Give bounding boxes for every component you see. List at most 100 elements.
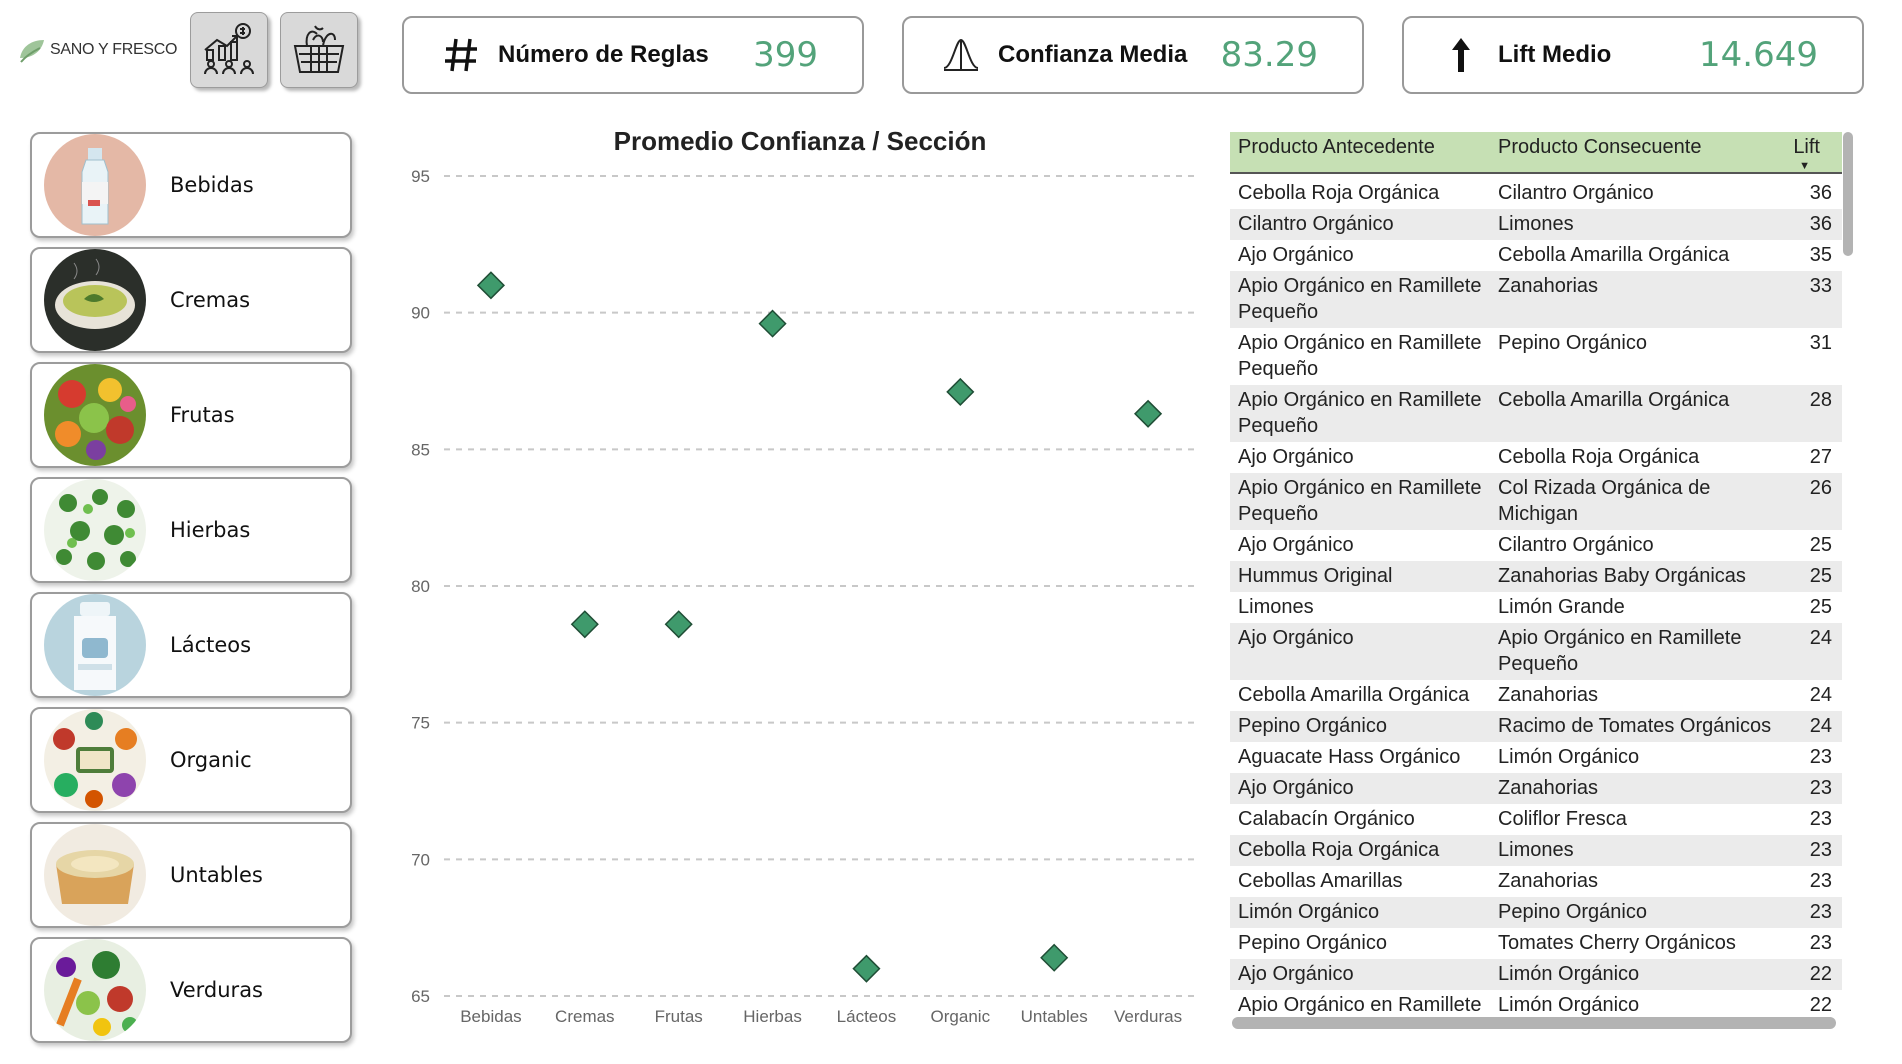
cell-antecedente: Ajo Orgánico [1238,627,1354,649]
cell-antecedente: Cebollas Amarillas [1238,870,1403,892]
data-point-bebidas [476,271,505,300]
cell-lift: 23 [1809,932,1832,954]
cell-antecedente: Apio Orgánico en Ramillete Pequeño [1238,275,1482,323]
sidebar-item-label: Hierbas [170,518,251,542]
basket-nav-button[interactable] [280,12,358,88]
sidebar-item-label: Cremas [170,288,251,312]
sidebar-item-label: Bebidas [170,173,254,197]
y-tick-label: 70 [411,850,430,869]
cell-lift: 23 [1809,870,1832,892]
cell-antecedente: Cebolla Amarilla Orgánica [1238,684,1470,706]
sidebar-item-organic[interactable]: Organic [30,707,352,813]
table-row[interactable]: Aguacate Hass Orgánico Limón Orgánico 23 [1230,742,1842,773]
analytics-nav-button[interactable] [190,12,268,88]
y-tick-label: 65 [411,987,430,1006]
table-row[interactable]: Calabacín Orgánico Coliflor Fresca 23 [1230,804,1842,835]
sidebar-item-label: Lácteos [170,633,252,657]
table-row[interactable]: Apio Orgánico en Ramillete Limón Orgánico… [1230,990,1842,1018]
table-row[interactable]: Limón Orgánico Pepino Orgánico 23 [1230,897,1842,928]
kpi-value: 83.29 [1220,35,1318,75]
table-body: Cebolla Roja Orgánica Cilantro Orgánico 36… [1230,178,1842,1018]
data-point-hierbas [758,309,787,338]
table-horizontal-scrollbar[interactable] [1232,1017,1836,1029]
cell-antecedente: Ajo Orgánico [1238,534,1354,556]
cell-antecedente: Ajo Orgánico [1238,244,1354,266]
cell-consecuente: Cilantro Orgánico [1498,534,1654,556]
sidebar-item-verduras[interactable]: Verduras [30,937,352,1043]
table-row[interactable]: Cebollas Amarillas Zanahorias 23 [1230,866,1842,897]
bottle-icon [44,134,146,236]
table-row[interactable]: Ajo Orgánico Apio Orgánico en Ramillete P… [1230,623,1842,680]
cell-antecedente: Pepino Orgánico [1238,715,1387,737]
y-tick-label: 90 [411,304,430,323]
cell-consecuente: Cebolla Amarilla Orgánica [1498,244,1730,266]
table-vertical-scrollbar[interactable] [1843,132,1853,256]
cell-lift: 25 [1809,534,1832,556]
sidebar-item-untables[interactable]: Untables [30,822,352,928]
sidebar-item-frutas[interactable]: Frutas [30,362,352,468]
cell-antecedente: Apio Orgánico en Ramillete Pequeño [1238,332,1482,380]
table-row[interactable]: Hummus Original Zanahorias Baby Orgánicas… [1230,561,1842,592]
cell-consecuente: Zanahorias [1498,275,1599,297]
cell-lift: 23 [1809,777,1832,799]
table-row[interactable]: Apio Orgánico en Ramillete Pequeño Col Ri… [1230,473,1842,530]
cell-antecedente: Cilantro Orgánico [1238,213,1394,235]
sidebar-item-hierbas[interactable]: Hierbas [30,477,352,583]
cell-lift: 23 [1809,839,1832,861]
cell-lift: 28 [1809,389,1832,411]
table-row[interactable]: Cebolla Roja Orgánica Cilantro Orgánico 36 [1230,178,1842,209]
sidebar-item-bebidas[interactable]: Bebidas [30,132,352,238]
cell-consecuente: Zanahorias [1498,870,1599,892]
cell-consecuente: Limón Grande [1498,596,1625,618]
sort-desc-icon[interactable]: ▼ [1799,160,1810,172]
sidebar-item-label: Untables [170,863,263,887]
cell-consecuente: Coliflor Fresca [1498,808,1627,830]
table-row[interactable]: Pepino Orgánico Tomates Cherry Orgánicos 2… [1230,928,1842,959]
brand-logo: SANO Y FRESCO [18,30,178,70]
leaf-icon [20,40,44,63]
table-row[interactable]: Cilantro Orgánico Limones 36 [1230,209,1842,240]
cell-lift: 31 [1809,332,1832,354]
table-row[interactable]: Ajo Orgánico Cebolla Amarilla Orgánica 35 [1230,240,1842,271]
cell-consecuente: Limón Orgánico [1498,994,1640,1016]
column-header-lift[interactable]: Lift [1793,136,1820,159]
data-point-cremas [570,610,599,639]
hash-icon [440,34,482,76]
cell-antecedente: Limón Orgánico [1238,901,1380,923]
table-row[interactable]: Apio Orgánico en Ramillete Pequeño Ceboll… [1230,385,1842,442]
cell-consecuente: Limón Orgánico [1498,746,1640,768]
confidence-scatter-chart: 95 90 85 80 75 70 65 Bebidas Cremas Frutas Hierbas… [400,118,1200,1028]
kpi-value: 14.649 [1699,35,1818,75]
herbs-icon [44,479,146,581]
table-row[interactable]: Apio Orgánico en Ramillete Pequeño Zanaho… [1230,271,1842,328]
table-header: Producto Antecedente Producto Consecuent… [1230,132,1842,174]
column-header-antecedente[interactable]: Producto Antecedente [1238,136,1435,159]
column-header-consecuente[interactable]: Producto Consecuente [1498,136,1701,159]
fruits-icon [44,364,146,466]
table-row[interactable]: Ajo Orgánico Limón Orgánico 22 [1230,959,1842,990]
table-row[interactable]: Ajo Orgánico Cebolla Roja Orgánica 27 [1230,442,1842,473]
sidebar-item-cremas[interactable]: Cremas [30,247,352,353]
soup-bowl-icon [44,249,146,351]
cell-antecedente: Cebolla Roja Orgánica [1238,839,1440,861]
y-tick-label: 80 [411,577,430,596]
table-row[interactable]: Pepino Orgánico Racimo de Tomates Orgánic… [1230,711,1842,742]
brand-name: SANO Y FRESCO [50,41,178,58]
vegetables-icon [44,939,146,1041]
y-tick-label: 85 [411,440,430,459]
cell-lift: 26 [1809,477,1832,499]
cell-lift: 24 [1809,715,1832,737]
table-row[interactable]: Limones Limón Grande 25 [1230,592,1842,623]
x-tick-label: Untables [1021,1007,1088,1026]
kpi-numero-reglas: Número de Reglas 399 [402,16,864,94]
table-row[interactable]: Cebolla Amarilla Orgánica Zanahorias 24 [1230,680,1842,711]
sidebar-item-lacteos[interactable]: Lácteos [30,592,352,698]
table-row[interactable]: Ajo Orgánico Zanahorias 23 [1230,773,1842,804]
kpi-label: Lift Medio [1498,41,1612,68]
data-point-verduras [1134,399,1163,428]
table-row[interactable]: Ajo Orgánico Cilantro Orgánico 25 [1230,530,1842,561]
sidebar-item-label: Frutas [170,403,235,427]
table-row[interactable]: Cebolla Roja Orgánica Limones 23 [1230,835,1842,866]
analytics-people-icon [204,23,254,75]
table-row[interactable]: Apio Orgánico en Ramillete Pequeño Pepino… [1230,328,1842,385]
